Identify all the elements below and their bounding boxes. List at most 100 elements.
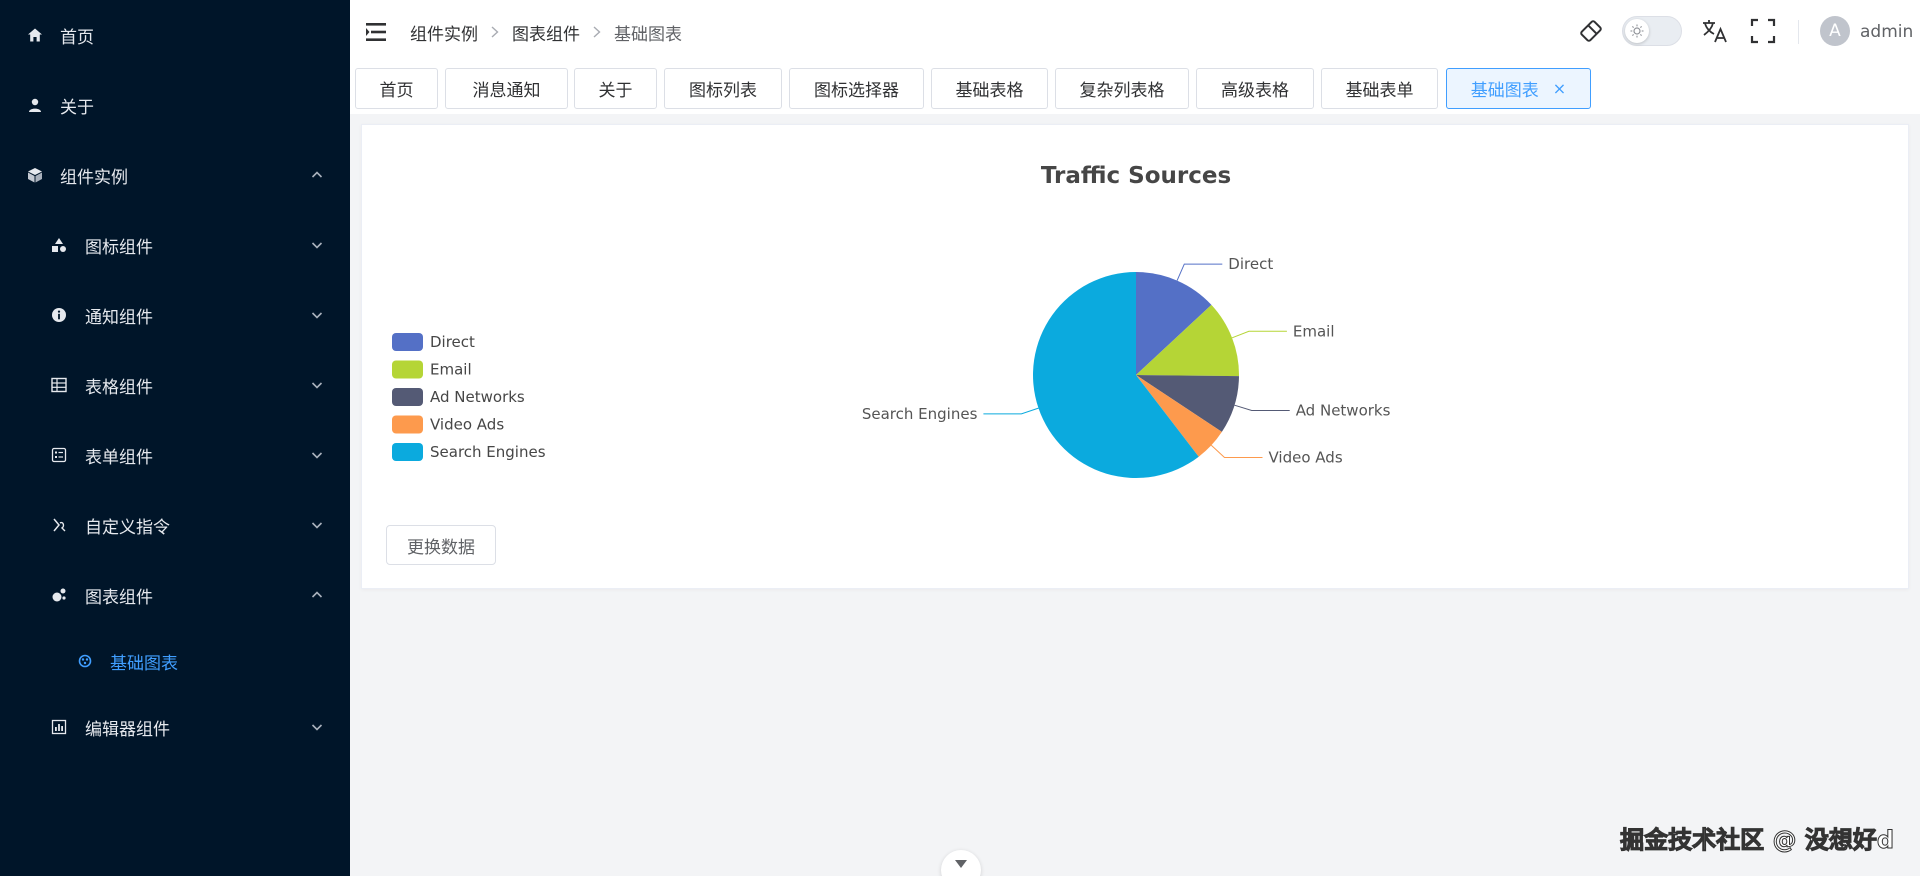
sidebar-item-label: 首页 bbox=[60, 27, 94, 48]
pie-label-line-video-ads bbox=[1210, 444, 1263, 458]
sidebar-item-chart-components[interactable]: 图表组件 bbox=[0, 570, 350, 620]
legend-label-ad-networks[interactable]: Ad Networks bbox=[430, 388, 525, 406]
breadcrumb-item-current: 基础图表 bbox=[614, 24, 682, 45]
legend-swatch-email[interactable] bbox=[392, 360, 423, 379]
tab-advanced-table[interactable]: 高级表格 bbox=[1196, 68, 1314, 109]
tab-basic-chart[interactable]: 基础图表 × bbox=[1446, 68, 1591, 109]
translate-icon[interactable] bbox=[1700, 16, 1730, 46]
pie-chart: Traffic Sources Direct Email Ad Networks Vi… bbox=[392, 163, 1391, 478]
sidebar-item-basic-chart[interactable]: 基础图表 bbox=[0, 636, 350, 686]
sidebar-item-label: 图表组件 bbox=[85, 587, 153, 608]
chart-icon bbox=[50, 586, 68, 604]
tab-about[interactable]: 关于 bbox=[574, 68, 657, 109]
chevron-down-icon bbox=[308, 306, 326, 324]
chevron-right-icon bbox=[586, 24, 608, 40]
theme-toggle[interactable] bbox=[1622, 16, 1682, 46]
chevron-down-icon bbox=[308, 446, 326, 464]
sidebar-item-home[interactable]: 首页 bbox=[0, 10, 350, 60]
tab-basic-form[interactable]: 基础表单 bbox=[1321, 68, 1438, 109]
tab-basic-table[interactable]: 基础表格 bbox=[931, 68, 1048, 109]
tab-home[interactable]: 首页 bbox=[355, 68, 438, 109]
chevron-up-icon bbox=[308, 166, 326, 184]
tabs-bar: 首页 消息通知 关于 图标列表 图标选择器 基础表格 复杂列表格 高级表格 基础… bbox=[350, 64, 1920, 114]
sidebar-item-form-components[interactable]: 表单组件 bbox=[0, 430, 350, 480]
chevron-down-icon bbox=[308, 516, 326, 534]
pie-label-ad-networks: Ad Networks bbox=[1296, 402, 1391, 420]
legend-label-search-engines[interactable]: Search Engines bbox=[430, 443, 546, 461]
info-icon bbox=[50, 306, 68, 324]
tab-label: 关于 bbox=[598, 81, 633, 101]
pie-label-direct: Direct bbox=[1228, 255, 1273, 273]
sidebar-item-table-components[interactable]: 表格组件 bbox=[0, 360, 350, 410]
breadcrumb: 组件实例 图表组件 基础图表 bbox=[410, 0, 682, 64]
sidebar-item-about[interactable]: 关于 bbox=[0, 80, 350, 130]
legend-label-video-ads[interactable]: Video Ads bbox=[430, 416, 504, 434]
size-icon[interactable] bbox=[1576, 16, 1606, 46]
chevron-down-icon bbox=[953, 855, 969, 874]
breadcrumb-item[interactable]: 图表组件 bbox=[512, 20, 580, 45]
chevron-down-icon bbox=[308, 718, 326, 736]
legend-swatch-video-ads[interactable] bbox=[392, 415, 423, 434]
tab-label: 首页 bbox=[379, 81, 414, 101]
tab-notifications[interactable]: 消息通知 bbox=[445, 68, 568, 109]
chevron-down-icon bbox=[308, 376, 326, 394]
change-data-button[interactable]: 更换数据 bbox=[386, 525, 496, 565]
legend-label-direct[interactable]: Direct bbox=[430, 333, 475, 351]
watermark: 掘金技术社区 @ 没想好d bbox=[1620, 826, 1895, 855]
menu-toggle-icon[interactable] bbox=[364, 20, 388, 44]
chevron-up-icon bbox=[308, 586, 326, 604]
breadcrumb-item[interactable]: 组件实例 bbox=[410, 20, 478, 45]
palette-icon bbox=[76, 652, 94, 670]
tab-label: 图标列表 bbox=[689, 81, 757, 101]
cube-icon bbox=[26, 166, 44, 184]
editor-icon bbox=[50, 718, 68, 736]
username[interactable]: admin bbox=[1860, 0, 1913, 64]
sidebar-item-label: 基础图表 bbox=[110, 653, 178, 674]
fullscreen-icon[interactable] bbox=[1748, 16, 1778, 46]
tab-label: 高级表格 bbox=[1221, 81, 1289, 101]
sidebar-item-custom-directives[interactable]: 自定义指令 bbox=[0, 500, 350, 550]
table-icon bbox=[50, 376, 68, 394]
pie-slices bbox=[1033, 272, 1239, 478]
tab-label: 基础图表 bbox=[1470, 81, 1539, 101]
tab-icon-list[interactable]: 图标列表 bbox=[664, 68, 782, 109]
sidebar-item-label: 自定义指令 bbox=[85, 517, 170, 538]
sidebar-item-label: 图标组件 bbox=[85, 237, 153, 258]
chevron-right-icon bbox=[484, 24, 506, 40]
legend-swatch-ad-networks[interactable] bbox=[392, 388, 423, 406]
tab-label: 基础表单 bbox=[1345, 81, 1414, 101]
pie-label-video-ads: Video Ads bbox=[1269, 449, 1343, 467]
user-icon bbox=[26, 96, 44, 114]
sidebar-item-icon-components[interactable]: 图标组件 bbox=[0, 220, 350, 270]
chart-legend: Direct Email Ad Networks Video Ads Search En… bbox=[392, 333, 546, 461]
sidebar-item-components[interactable]: 组件实例 bbox=[0, 150, 350, 200]
form-icon bbox=[50, 446, 68, 464]
chevron-down-icon bbox=[308, 236, 326, 254]
sidebar-item-editor-components[interactable]: 编辑器组件 bbox=[0, 702, 350, 752]
legend-swatch-direct[interactable] bbox=[392, 333, 423, 351]
pie-label-line-direct bbox=[1176, 263, 1223, 281]
avatar[interactable]: A bbox=[1820, 16, 1850, 46]
legend-label-email[interactable]: Email bbox=[430, 361, 472, 379]
legend-swatch-search-engines[interactable] bbox=[392, 443, 423, 461]
tab-label: 图标选择器 bbox=[814, 81, 899, 101]
sidebar-item-label: 关于 bbox=[60, 97, 94, 118]
sidebar: 首页 关于 组件实例 图标组件 通知组件 表格组件 表单组件 自定义指令 图表组… bbox=[0, 0, 350, 876]
tab-complex-table[interactable]: 复杂列表格 bbox=[1055, 68, 1189, 109]
tab-label: 消息通知 bbox=[472, 81, 541, 101]
close-icon[interactable]: × bbox=[1553, 79, 1566, 98]
top-header: 组件实例 图表组件 基础图表 A admin bbox=[350, 0, 1920, 64]
home-icon bbox=[26, 26, 44, 44]
shapes-icon bbox=[50, 236, 68, 254]
tab-icon-selector[interactable]: 图标选择器 bbox=[789, 68, 924, 109]
sidebar-item-label: 编辑器组件 bbox=[85, 719, 170, 740]
tab-label: 复杂列表格 bbox=[1079, 81, 1165, 101]
pie-label-line-email bbox=[1231, 330, 1287, 339]
header-divider bbox=[1798, 20, 1799, 44]
sidebar-item-notification-components[interactable]: 通知组件 bbox=[0, 290, 350, 340]
pie-label-line-ad-networks bbox=[1234, 404, 1290, 411]
scroll-down-button[interactable] bbox=[941, 850, 981, 876]
chart-title: Traffic Sources bbox=[1041, 163, 1231, 189]
tab-label: 基础表格 bbox=[955, 81, 1024, 101]
sidebar-item-label: 表格组件 bbox=[85, 377, 153, 398]
